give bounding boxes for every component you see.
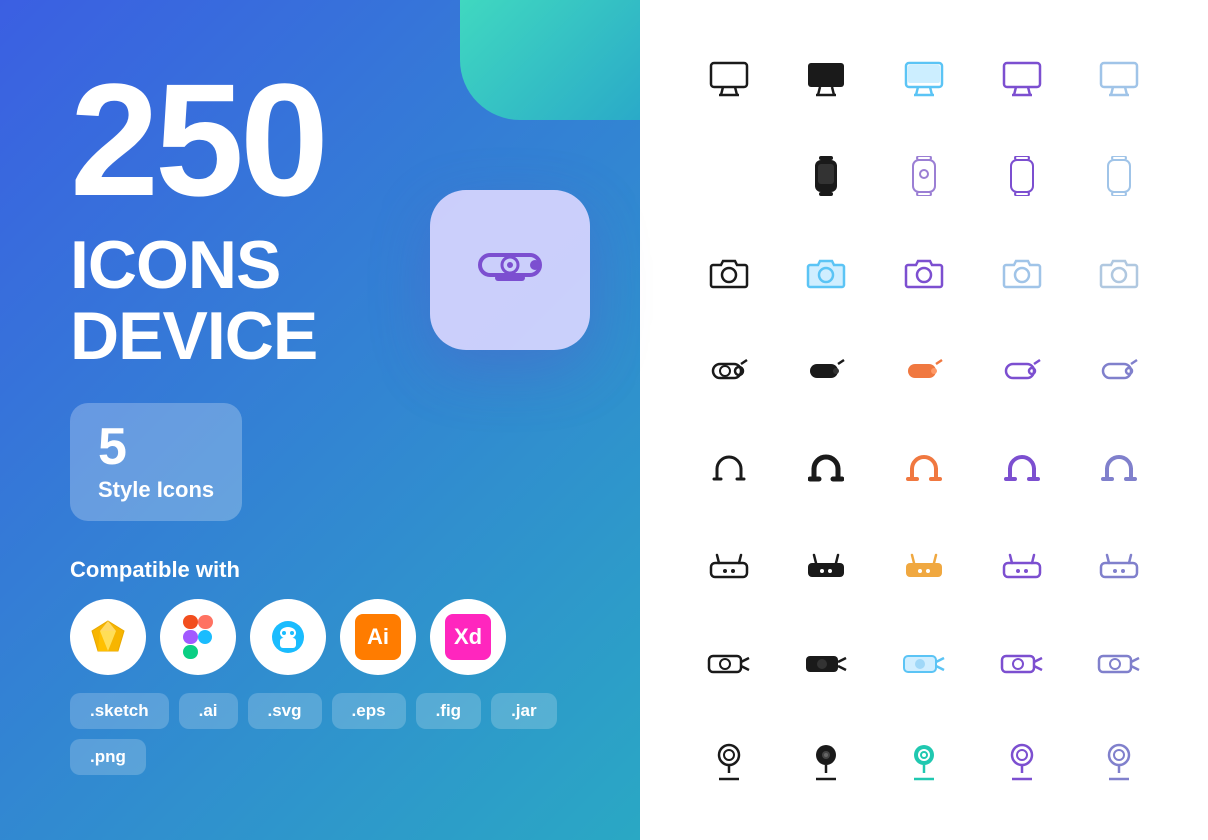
- router-light: [1070, 518, 1168, 616]
- style-count: 5: [98, 421, 214, 473]
- sec-cam-purple: [973, 323, 1071, 421]
- webcam-light: [1070, 713, 1168, 811]
- compatible-with-label: Compatible with: [70, 557, 570, 583]
- camera-purple-outline: [875, 225, 973, 323]
- style-badge: 5 Style Icons: [70, 403, 242, 521]
- camera-blue-outline: [778, 225, 876, 323]
- monitor-purple: [973, 30, 1071, 128]
- webcam-outline: [680, 713, 778, 811]
- sec-cam-orange: [875, 323, 973, 421]
- sec-cam-light: [1070, 323, 1168, 421]
- camera-pale: [1070, 225, 1168, 323]
- projector-filled: [778, 615, 876, 713]
- camera-light-outline: [973, 225, 1071, 323]
- webcam-purple: [973, 713, 1071, 811]
- file-types-row: .sketch .ai .svg .eps .fig .jar .png: [70, 693, 570, 775]
- file-type-jar: .jar: [491, 693, 557, 729]
- projector-light: [1070, 615, 1168, 713]
- projector-outline: [680, 615, 778, 713]
- watch-purple-filled: [973, 128, 1071, 226]
- magnet-purple: [973, 420, 1071, 518]
- file-type-sketch: .sketch: [70, 693, 169, 729]
- projector-blue: [875, 615, 973, 713]
- sketch-icon-circle: [70, 599, 146, 675]
- watch-light-outline: [1070, 128, 1168, 226]
- style-label: Style Icons: [98, 477, 214, 503]
- router-outline: [680, 518, 778, 616]
- file-type-svg: .svg: [248, 693, 322, 729]
- monitor-light: [1070, 30, 1168, 128]
- router-purple: [973, 518, 1071, 616]
- monitor-filled: [778, 30, 876, 128]
- file-type-ai: .ai: [179, 693, 238, 729]
- sec-cam-filled: [778, 323, 876, 421]
- monitor-outline: [680, 30, 778, 128]
- camera-outline: [680, 225, 778, 323]
- teal-accent: [460, 0, 640, 120]
- projector-purple: [973, 615, 1071, 713]
- icon-grid: [680, 30, 1168, 810]
- xd-badge: Xd: [445, 614, 491, 660]
- figma-icon-circle: [160, 599, 236, 675]
- magnet-orange: [875, 420, 973, 518]
- watch-empty: [680, 128, 778, 226]
- file-type-png: .png: [70, 739, 146, 775]
- magnet-light: [1070, 420, 1168, 518]
- ai-icon-circle: Ai: [340, 599, 416, 675]
- sec-cam-outline: [680, 323, 778, 421]
- router-filled: [778, 518, 876, 616]
- router-orange: [875, 518, 973, 616]
- security-camera-icon: [465, 225, 555, 315]
- magnet-filled: [778, 420, 876, 518]
- file-type-eps: .eps: [332, 693, 406, 729]
- webcam-filled: [778, 713, 876, 811]
- kraaken-icon-circle: [250, 599, 326, 675]
- app-icons-row: Ai Xd: [70, 599, 570, 675]
- ai-badge: Ai: [355, 614, 401, 660]
- right-panel: [640, 0, 1208, 840]
- left-panel: 250 ICONS DEVICE 5 Style Icons Compatibl…: [0, 0, 640, 840]
- webcam-teal: [875, 713, 973, 811]
- watch-purple-outline: [875, 128, 973, 226]
- featured-icon-card: [430, 190, 590, 350]
- xd-icon-circle: Xd: [430, 599, 506, 675]
- monitor-blue: [875, 30, 973, 128]
- file-type-fig: .fig: [416, 693, 482, 729]
- watch-filled: [778, 128, 876, 226]
- magnet-outline: [680, 420, 778, 518]
